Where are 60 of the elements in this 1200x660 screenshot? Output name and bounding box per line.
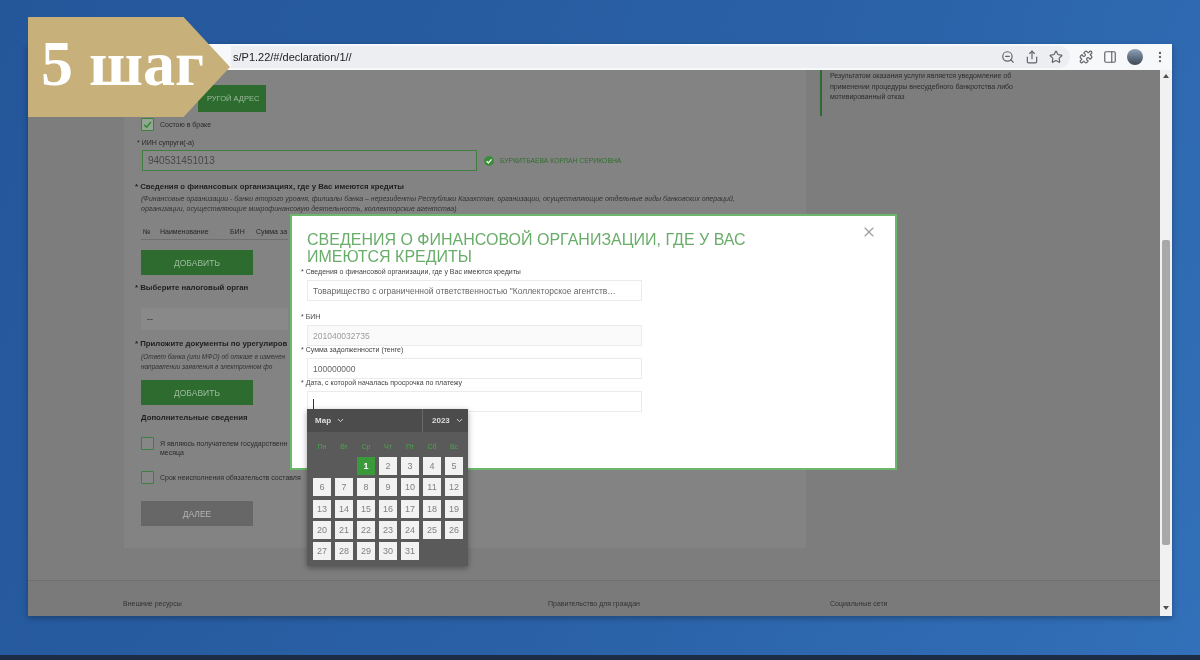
calendar-day[interactable]: 20 bbox=[313, 520, 331, 539]
calendar-day[interactable]: 2 bbox=[379, 457, 397, 475]
calendar-day[interactable]: 16 bbox=[379, 499, 397, 518]
calendar-day[interactable]: 22 bbox=[357, 520, 375, 539]
scrollbar[interactable] bbox=[1160, 70, 1172, 616]
input-field[interactable]: 100000000 bbox=[307, 358, 642, 379]
calendar-day[interactable]: 1 bbox=[357, 457, 375, 475]
calendar-day[interactable]: 4 bbox=[423, 457, 441, 475]
calendar-day[interactable]: 14 bbox=[335, 499, 353, 518]
puzzle-icon[interactable] bbox=[1079, 50, 1093, 64]
month-select[interactable]: Мар bbox=[307, 409, 423, 432]
calendar-day[interactable]: 5 bbox=[445, 457, 463, 475]
calendar-day[interactable]: 31 bbox=[401, 542, 419, 561]
calendar-day[interactable]: 27 bbox=[313, 542, 331, 561]
add-button[interactable]: ДОБАВИТЬ bbox=[141, 250, 253, 275]
calendar-day[interactable]: 24 bbox=[401, 520, 419, 539]
star-icon[interactable] bbox=[1049, 50, 1063, 64]
calendar-day[interactable]: 3 bbox=[401, 457, 419, 475]
iin-input[interactable]: 940531451013 bbox=[142, 150, 477, 171]
side-panel-icon[interactable] bbox=[1103, 50, 1117, 64]
scrollbar-thumb[interactable] bbox=[1162, 240, 1170, 545]
calendar-day[interactable]: 10 bbox=[401, 478, 419, 497]
checkbox[interactable] bbox=[141, 118, 154, 131]
share-icon[interactable] bbox=[1025, 50, 1039, 64]
calendar-day[interactable]: 6 bbox=[313, 478, 331, 497]
scroll-down-icon[interactable] bbox=[1163, 606, 1169, 610]
calendar-day[interactable]: 30 bbox=[379, 542, 397, 561]
chevron-down-icon bbox=[455, 416, 464, 425]
calendar-day[interactable]: 8 bbox=[357, 478, 375, 497]
avatar-icon[interactable] bbox=[1127, 49, 1143, 65]
calendar-day[interactable]: 9 bbox=[379, 478, 397, 497]
address-bar[interactable]: s/P1.22/#/declaration/1// bbox=[231, 46, 1070, 68]
calendar-day[interactable]: 26 bbox=[445, 520, 463, 539]
calendar-day[interactable]: 7 bbox=[335, 478, 353, 497]
year-select[interactable]: 2023 bbox=[423, 409, 468, 432]
checkbox[interactable] bbox=[141, 436, 154, 450]
calendar-day[interactable]: 21 bbox=[335, 520, 353, 539]
calendar-day[interactable]: 13 bbox=[313, 499, 331, 518]
check-icon bbox=[143, 120, 152, 129]
zoom-out-icon[interactable] bbox=[1001, 50, 1015, 64]
calendar-day[interactable]: 23 bbox=[379, 520, 397, 539]
input-field[interactable]: Товарищество с ограниченной ответственностью "Коллекторское агентств… bbox=[307, 280, 642, 301]
url-text: s/P1.22/#/declaration/1// bbox=[233, 51, 353, 63]
chevron-down-icon bbox=[336, 416, 346, 425]
modal-title: СВЕДЕНИЯ О ФИНАНСОВОЙ ОРГАНИЗАЦИИ, ГДЕ У ВАС ИМЕЮТСЯ КРЕДИТЫ bbox=[307, 231, 747, 265]
calendar-day[interactable]: 19 bbox=[445, 499, 463, 518]
tax-office-select[interactable]: -- bbox=[141, 308, 288, 330]
calendar-day[interactable]: 25 bbox=[423, 520, 441, 539]
calendar-day[interactable]: 28 bbox=[335, 542, 353, 561]
calendar-day[interactable]: 11 bbox=[423, 478, 441, 497]
text-cursor-icon bbox=[313, 399, 314, 410]
calendar-day[interactable]: 17 bbox=[401, 499, 419, 518]
calendar-day[interactable]: 15 bbox=[357, 499, 375, 518]
checkbox[interactable] bbox=[141, 470, 154, 484]
scroll-up-icon[interactable] bbox=[1163, 74, 1169, 78]
calendar-day[interactable]: 12 bbox=[445, 478, 463, 497]
calendar-day[interactable]: 18 bbox=[423, 499, 441, 518]
calendar-day[interactable]: 29 bbox=[357, 542, 375, 561]
add-button[interactable]: ДОБАВИТЬ bbox=[141, 380, 253, 405]
input-field[interactable] bbox=[307, 391, 642, 412]
